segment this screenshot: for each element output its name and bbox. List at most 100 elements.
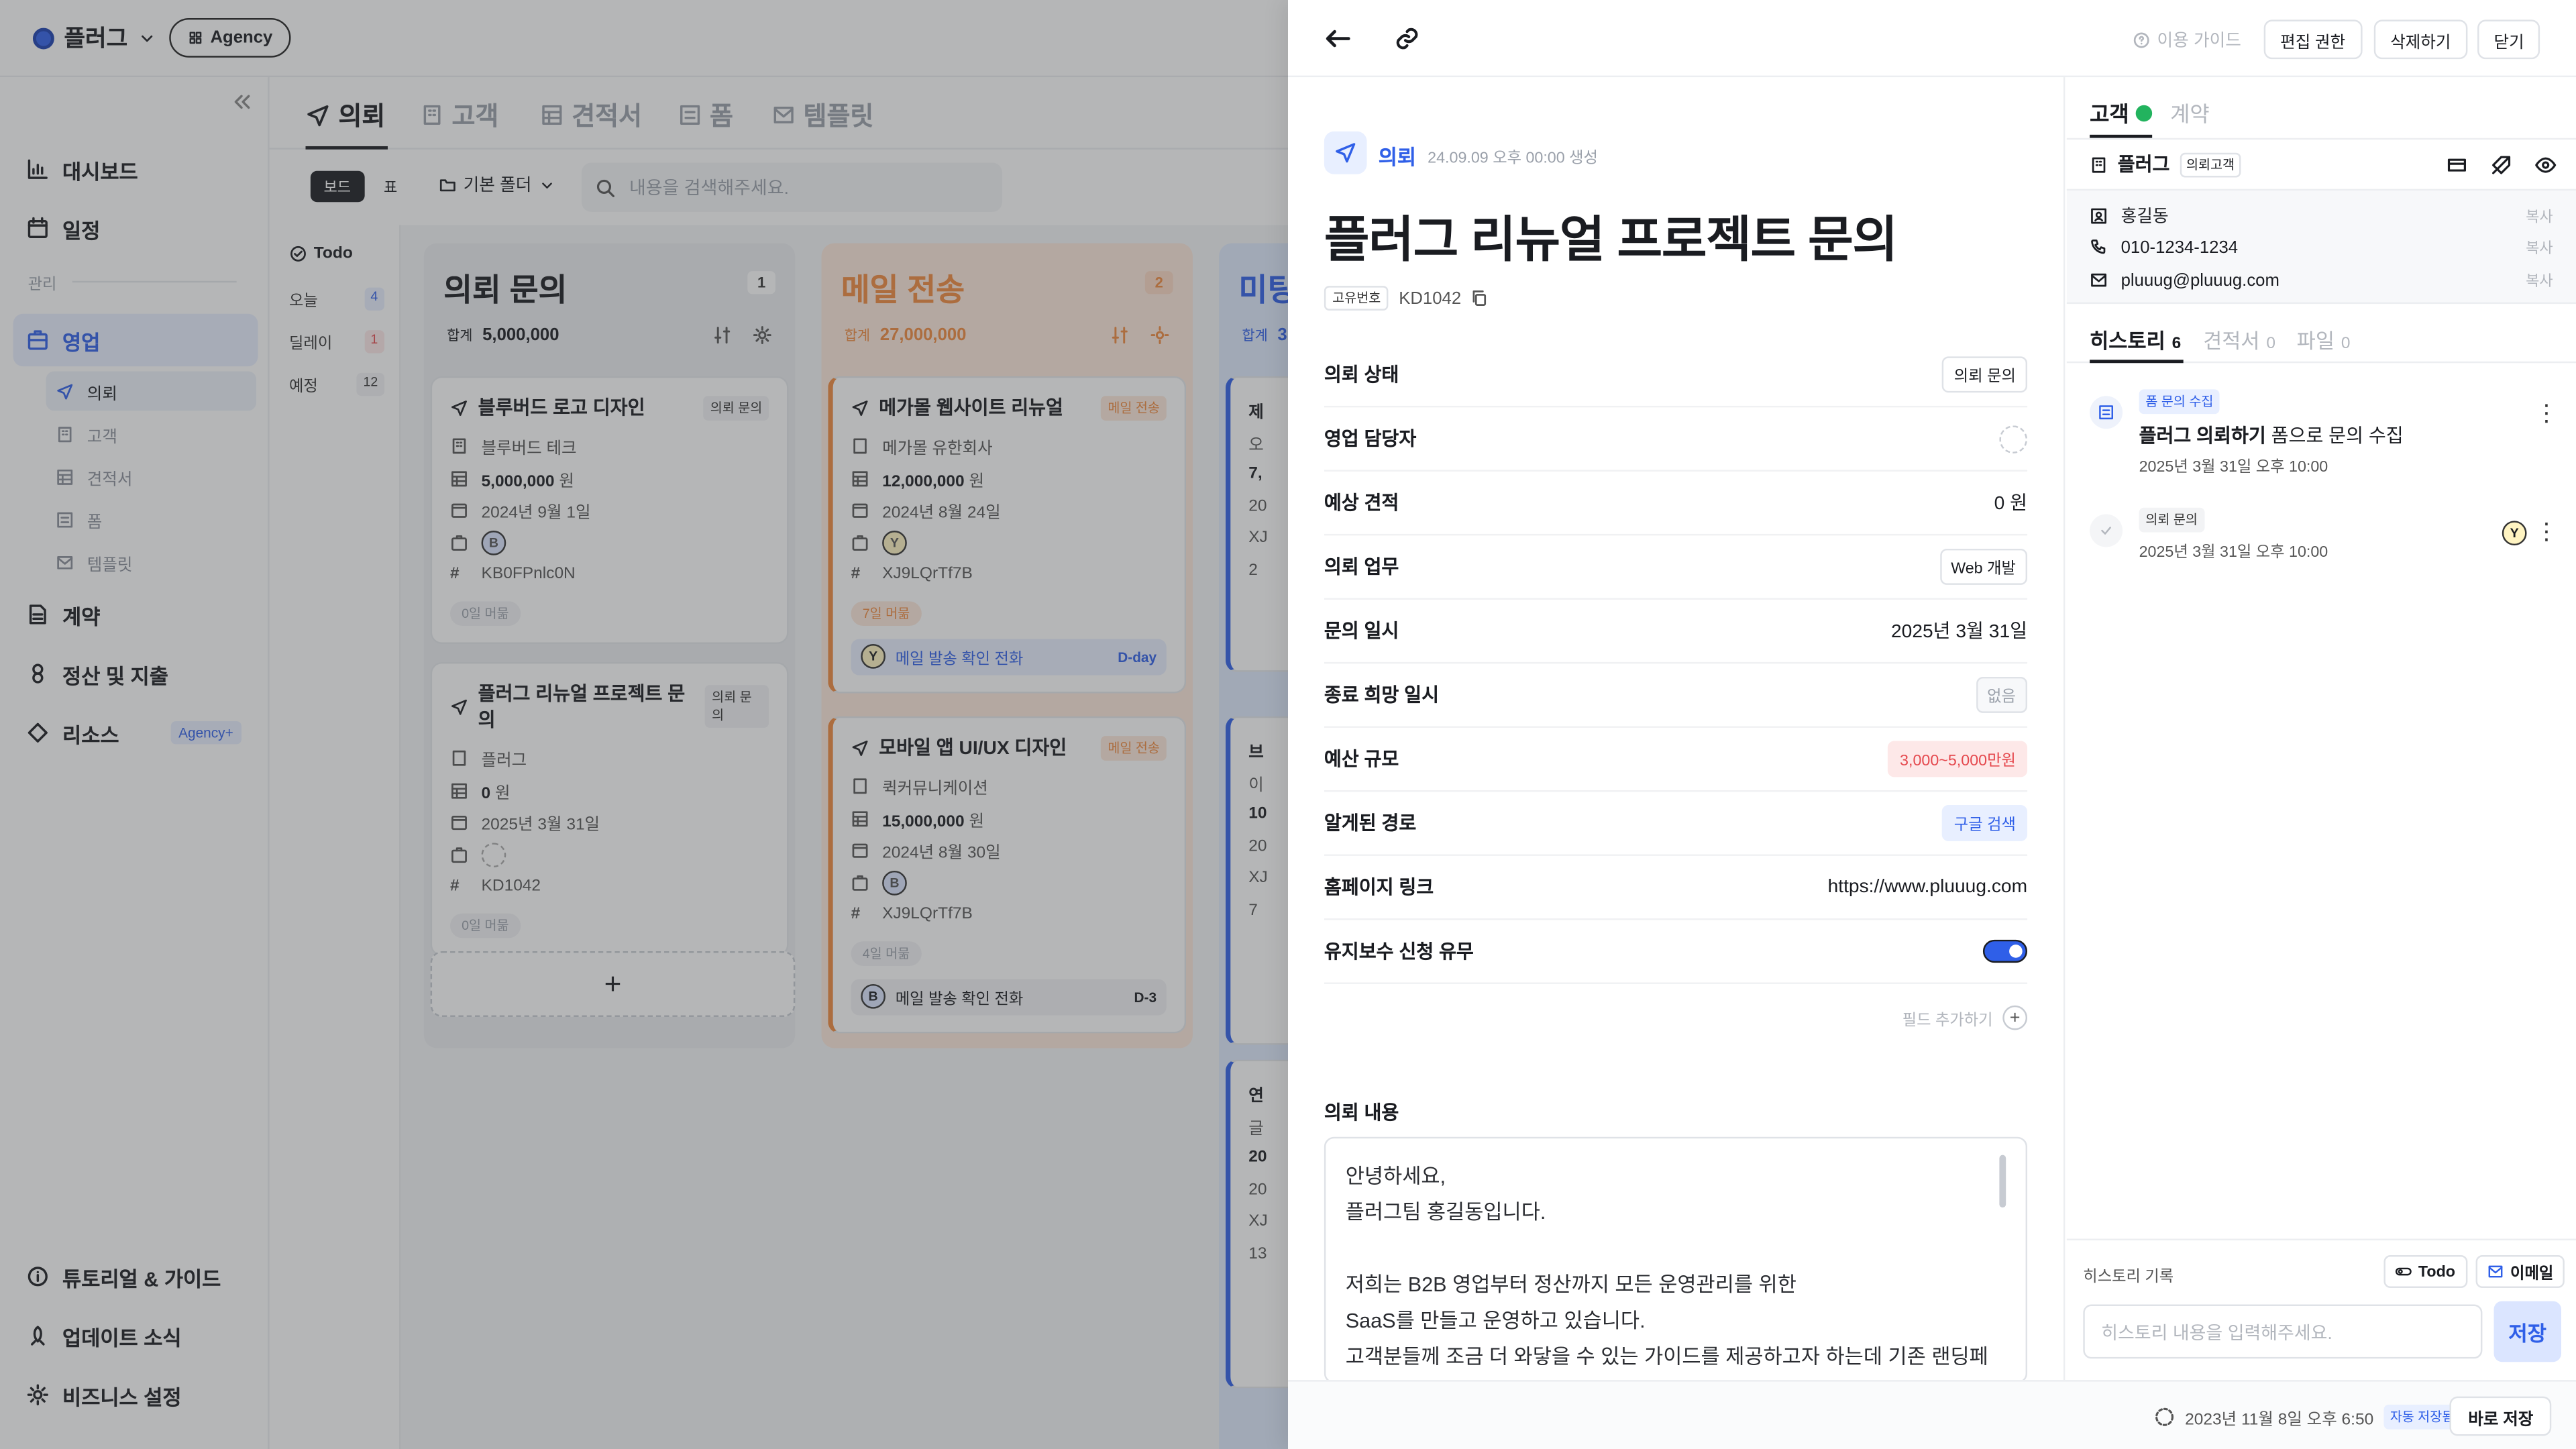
history-date: 2025년 3월 31일 오후 10:00 [2139, 458, 2328, 477]
history-input[interactable]: 히스토리 내용을 입력해주세요. [2083, 1304, 2483, 1359]
back-arrow-icon[interactable] [1324, 25, 1352, 53]
customer-name: 플러그 [2117, 156, 2170, 176]
copy-button[interactable]: 복사 [2526, 270, 2553, 291]
field-label: 예산 규모 [1324, 751, 1399, 771]
more-icon[interactable]: ⋮ [2535, 517, 2558, 545]
empty-avatar[interactable] [1999, 425, 2028, 453]
customer-tag: 의뢰고객 [2180, 152, 2241, 177]
tab-files[interactable]: 파일 0 [2297, 323, 2351, 355]
link-icon[interactable] [1393, 25, 1421, 53]
work-chip[interactable]: Web 개발 [1939, 548, 2028, 585]
uid-value: KD1042 [1399, 288, 1462, 309]
autosave-status: 2023년 11월 8일 오후 6:50 자동 저장됨 [2154, 1404, 2461, 1430]
field-budget[interactable]: 예산 규모 3,000~5,000만원 [1324, 728, 2028, 792]
field-homepage[interactable]: 홈페이지 링크 https://www.pluuug.com [1324, 856, 2028, 920]
field-label: 예상 견적 [1324, 494, 1399, 515]
mail-icon [2091, 273, 2107, 287]
field-request-status[interactable]: 의뢰 상태 의뢰 문의 [1324, 343, 2028, 408]
field-label: 알게된 경로 [1324, 814, 1417, 835]
delete-button[interactable]: 삭제하기 [2373, 19, 2467, 60]
request-detail-panel: 이용 가이드 편집 권한 삭제하기 닫기 의뢰 24.09.09 오후 00:0… [1288, 0, 2576, 1449]
usage-guide-link[interactable]: 이용 가이드 [2133, 28, 2241, 53]
page-title[interactable]: 플러그 리뉴얼 프로젝트 문의 [1324, 199, 1898, 271]
tab-count: 0 [2266, 335, 2276, 354]
loading-icon [2155, 1407, 2174, 1426]
field-sales-manager[interactable]: 영업 담당자 [1324, 407, 2028, 472]
check-badge-icon [2135, 104, 2152, 121]
field-value: 0 원 [1994, 494, 2028, 515]
customer-side-panel: 고객 계약 플러그 의뢰고객 홍길동 복사 010-1234-1234 복사 plu… [2066, 77, 2576, 1380]
source-chip[interactable]: 구글 검색 [1942, 805, 2028, 841]
field-request-work[interactable]: 의뢰 업무 Web 개발 [1324, 535, 2028, 600]
tag-off-icon[interactable] [2491, 154, 2512, 175]
user-icon [2091, 208, 2107, 224]
add-field-button[interactable]: 필드 추가하기 + [1902, 1005, 2028, 1030]
contact-info: 홍길동 복사 010-1234-1234 복사 pluuug@pluuug.com 복… [2066, 189, 2576, 305]
mail-icon [2488, 1265, 2503, 1278]
email-button[interactable]: 이메일 [2475, 1255, 2565, 1289]
history-text-rest: 폼으로 문의 수집 [2265, 427, 2404, 447]
panel-footer: 2023년 11월 8일 오후 6:50 자동 저장됨 바로 저장 [1288, 1380, 2576, 1449]
tab-customer[interactable]: 고객 [2090, 97, 2152, 128]
field-label: 문의 일시 [1324, 623, 1399, 643]
save-time: 2023년 11월 8일 오후 6:50 [2185, 1411, 2374, 1430]
created-at: 24.09.09 오후 00:00 생성 [1428, 149, 1598, 168]
scrollbar[interactable] [1999, 1155, 2006, 1208]
budget-chip[interactable]: 3,000~5,000만원 [1888, 741, 2028, 777]
status-chip[interactable]: 의뢰 문의 [1942, 356, 2028, 393]
tab-label: 견적서 [2203, 330, 2260, 354]
homepage-link[interactable]: https://www.pluuug.com [1828, 877, 2027, 897]
edit-permission-button[interactable]: 편집 권한 [2263, 19, 2362, 60]
request-form: 의뢰 24.09.09 오후 00:00 생성 플러그 리뉴얼 프로젝트 문의 … [1288, 77, 2065, 1384]
field-value: 2025년 3월 31일 [1891, 623, 2028, 643]
content-label: 의뢰 내용 [1324, 1104, 1399, 1124]
contact-name: 홍길동 [2121, 207, 2169, 227]
field-end-date[interactable]: 종료 희망 일시 없음 [1324, 663, 2028, 728]
copy-button[interactable]: 복사 [2526, 205, 2553, 227]
card-icon[interactable] [2447, 154, 2468, 175]
field-source[interactable]: 알게된 경로 구글 검색 [1324, 792, 2028, 856]
field-expected-estimate[interactable]: 예상 견적 0 원 [1324, 472, 2028, 536]
eye-icon[interactable] [2535, 154, 2557, 175]
record-label: 히스토리 기록 [2083, 1268, 2174, 1287]
check-icon [2090, 514, 2123, 547]
unique-id: 고유번호 KD1042 [1324, 286, 1489, 311]
history-placeholder: 히스토리 내용을 입력해주세요. [2101, 1323, 2332, 1344]
tab-count: 6 [2171, 335, 2182, 354]
tab-label: 파일 [2296, 330, 2335, 354]
field-value[interactable]: 없음 [1975, 676, 2028, 713]
tab-contract[interactable]: 계약 [2170, 97, 2210, 128]
toggle-icon [2395, 1267, 2412, 1276]
send-icon [1324, 131, 1367, 174]
more-icon[interactable]: ⋮ [2535, 399, 2558, 427]
content-text: 안녕하세요, 플러그팀 홍길동입니다. 저희는 B2B 영업부터 정산까지 모든… [1345, 1165, 1988, 1369]
field-inquiry-date[interactable]: 문의 일시 2025년 3월 31일 [1324, 600, 2028, 664]
customer-row[interactable]: 플러그 의뢰고객 [2066, 138, 2576, 189]
copy-button[interactable]: 복사 [2526, 237, 2553, 258]
field-label: 영업 담당자 [1324, 430, 1417, 451]
request-type: 의뢰 [1378, 146, 1417, 170]
field-label: 의뢰 상태 [1324, 366, 1399, 386]
tab-history[interactable]: 히스토리 6 [2090, 323, 2181, 355]
request-content-textarea[interactable]: 안녕하세요, 플러그팀 홍길동입니다. 저희는 B2B 영업부터 정산까지 모든… [1324, 1136, 2028, 1384]
save-button[interactable]: 저장 [2493, 1301, 2561, 1362]
help-circle-icon [2133, 32, 2149, 48]
tab-count: 0 [2341, 335, 2351, 354]
modal-backdrop[interactable] [0, 0, 1289, 1449]
contact-phone-row: 010-1234-1234 복사 [2090, 237, 2553, 258]
close-button[interactable]: 닫기 [2477, 19, 2541, 60]
email-label: 이메일 [2510, 1265, 2554, 1283]
uid-label: 고유번호 [1324, 286, 1389, 311]
field-label: 유지보수 신청 유무 [1324, 943, 1474, 963]
history-text-bold: 플러그 의뢰하기 [2139, 427, 2266, 447]
contact-name-row: 홍길동 복사 [2090, 204, 2553, 229]
copy-icon[interactable] [1471, 289, 1489, 307]
maintenance-toggle[interactable] [1982, 939, 2028, 963]
contact-email: pluuug@pluuug.com [2121, 270, 2279, 290]
plus-icon: + [2002, 1005, 2028, 1030]
tab-estimates[interactable]: 견적서 0 [2203, 323, 2275, 355]
autosave-badge: 자동 저장됨 [2383, 1404, 2461, 1430]
history-text: 플러그 의뢰하기 폼으로 문의 수집 [2139, 422, 2404, 448]
save-now-button[interactable]: 바로 저장 [2450, 1396, 2552, 1436]
todo-button[interactable]: Todo [2383, 1255, 2467, 1289]
